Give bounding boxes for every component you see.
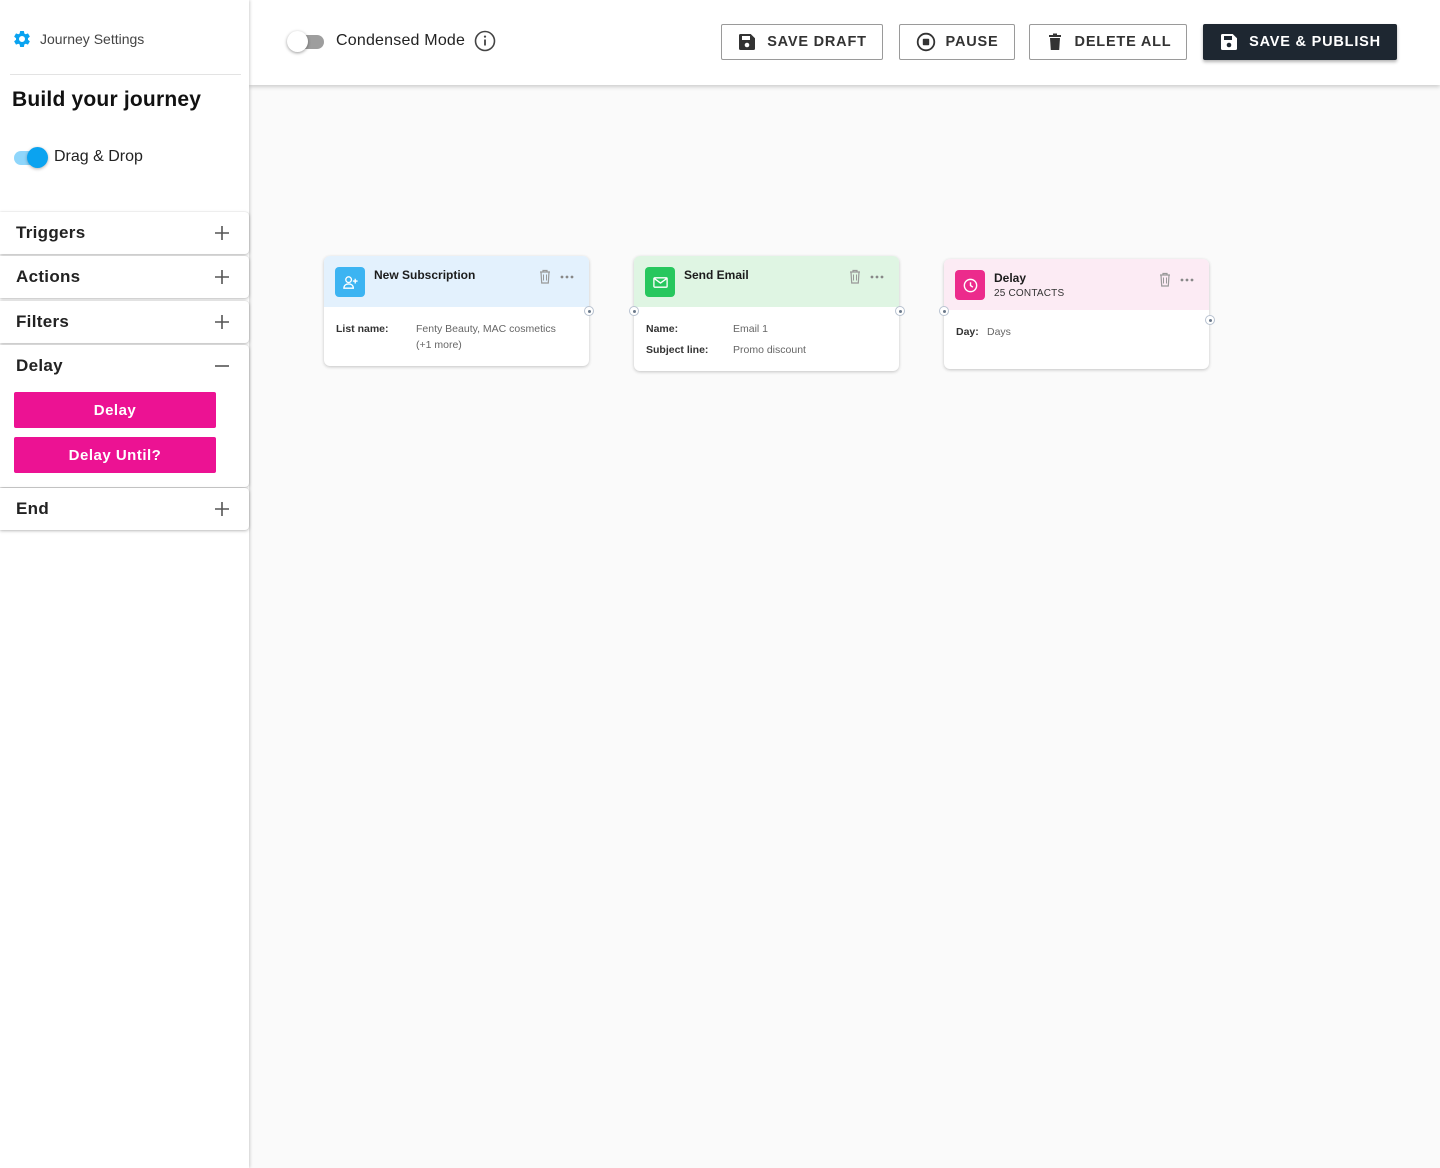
- journey-settings-label: Journey Settings: [40, 31, 145, 47]
- node-icon-box: [645, 267, 675, 297]
- node-title: Delay: [994, 271, 1027, 285]
- accordion-label: End: [16, 499, 50, 518]
- save-draft-label: SAVE DRAFT: [767, 34, 867, 50]
- trash-icon[interactable]: [538, 269, 552, 285]
- stop-circle-icon: [916, 32, 935, 52]
- output-port[interactable]: [1205, 315, 1215, 325]
- accordion-triggers: Triggers: [0, 212, 249, 254]
- field-value: Promo discount: [733, 344, 806, 356]
- node-new-subscription[interactable]: New Subscription List name: Fenty Beauty…: [324, 256, 594, 366]
- node-field-row: Subject line: Promo discount: [646, 342, 887, 358]
- output-port[interactable]: [895, 306, 905, 316]
- floppy-disk-icon: [739, 34, 756, 50]
- field-label: Name:: [646, 323, 679, 335]
- input-port[interactable]: [629, 306, 639, 316]
- plus-icon: [215, 226, 229, 240]
- plus-icon: [215, 270, 229, 284]
- trash-icon: [1048, 33, 1061, 50]
- node-header: Delay 25 CONTACTS: [944, 259, 1209, 310]
- more-icon[interactable]: [869, 269, 885, 285]
- node-header: Send Email: [634, 256, 899, 307]
- node-title: Send Email: [684, 268, 749, 282]
- info-icon[interactable]: [474, 30, 496, 52]
- save-publish-label: SAVE & PUBLISH: [1249, 34, 1381, 50]
- node-body: List name: Fenty Beauty, MAC cosmetics (…: [324, 307, 589, 353]
- plus-icon: [215, 315, 229, 329]
- clock-icon: [963, 278, 977, 292]
- floppy-disk-icon: [1221, 34, 1238, 50]
- contacts-count: 25 CONTACTS: [994, 288, 1065, 299]
- pause-label: PAUSE: [945, 34, 999, 50]
- condensed-mode-toggle[interactable]: [287, 30, 324, 52]
- save-publish-button[interactable]: SAVE & PUBLISH: [1203, 24, 1397, 60]
- sidebar-divider: [10, 74, 241, 75]
- accordion-filters: Filters: [0, 301, 249, 343]
- accordion-delay: Delay Delay Delay Until?: [0, 345, 249, 487]
- node-body: Name: Email 1 Subject line: Promo discou…: [634, 307, 899, 358]
- add-user-icon: [342, 275, 358, 289]
- trash-icon[interactable]: [848, 269, 862, 285]
- node-field-row: List name: Fenty Beauty, MAC cosmetics (…: [336, 321, 577, 353]
- accordion-header-delay[interactable]: Delay: [0, 345, 249, 387]
- drag-drop-toggle-row: Drag & Drop: [12, 146, 143, 168]
- node-send-email[interactable]: Send Email Name: Email 1 Subject line: P…: [629, 256, 905, 371]
- accordion-header-filters[interactable]: Filters: [0, 301, 249, 343]
- sidebar-title: Build your journey: [12, 88, 202, 111]
- delete-all-label: DELETE ALL: [1074, 34, 1172, 50]
- condensed-mode-row: Condensed Mode: [287, 30, 496, 52]
- delay-until-button[interactable]: Delay Until?: [14, 437, 216, 473]
- field-label: Subject line:: [646, 344, 709, 356]
- list-name-more: (+1 more): [416, 339, 462, 351]
- accordion-actions: Actions: [0, 256, 249, 298]
- accordion-label: Triggers: [16, 223, 86, 242]
- node-body: Day: Days: [944, 310, 1209, 340]
- input-port[interactable]: [939, 306, 949, 316]
- field-label: Day:: [956, 326, 979, 338]
- accordion-label: Actions: [16, 267, 81, 286]
- delete-all-button[interactable]: DELETE ALL: [1029, 24, 1187, 60]
- more-icon[interactable]: [1179, 272, 1195, 288]
- accordion-header-end[interactable]: End: [0, 488, 249, 530]
- accordion-end: End: [0, 488, 249, 530]
- drag-drop-label: Drag & Drop: [54, 148, 143, 165]
- envelope-icon: [652, 276, 668, 288]
- trash-icon[interactable]: [1158, 272, 1172, 288]
- delay-button[interactable]: Delay: [14, 392, 216, 428]
- field-value: Days: [987, 326, 1011, 338]
- toolbar: Condensed Mode SAVE DRAFT PAUSE DELETE A…: [249, 0, 1440, 85]
- accordion-header-actions[interactable]: Actions: [0, 256, 249, 298]
- field-value: Fenty Beauty, MAC cosmetics (+1 more): [416, 321, 556, 353]
- node-title: New Subscription: [374, 268, 476, 282]
- pause-button[interactable]: PAUSE: [899, 24, 1015, 60]
- node-field-row: Day: Days: [956, 324, 1197, 340]
- node-field-row: Name: Email 1: [646, 321, 887, 337]
- field-label: List name:: [336, 323, 389, 335]
- sidebar: Journey Settings Build your journey Drag…: [0, 0, 249, 1168]
- field-value: Email 1: [733, 323, 769, 335]
- more-icon[interactable]: [559, 269, 575, 285]
- accordion-label: Delay: [16, 356, 63, 375]
- node-icon-box: [335, 267, 365, 297]
- accordion-label: Filters: [16, 312, 70, 331]
- node-icon-box: [955, 270, 985, 300]
- accordion-header-triggers[interactable]: Triggers: [0, 212, 249, 254]
- node-header: New Subscription: [324, 256, 589, 307]
- save-draft-button[interactable]: SAVE DRAFT: [721, 24, 883, 60]
- minus-icon: [215, 365, 229, 367]
- node-delay[interactable]: Delay 25 CONTACTS Day: Days: [939, 259, 1215, 369]
- list-name-value: Fenty Beauty, MAC cosmetics: [416, 323, 556, 335]
- drag-drop-toggle[interactable]: [12, 146, 48, 168]
- gear-icon: [14, 30, 30, 47]
- output-port[interactable]: [584, 306, 594, 316]
- journey-settings-link[interactable]: Journey Settings: [12, 29, 144, 49]
- condensed-mode-label: Condensed Mode: [336, 32, 466, 49]
- plus-icon: [215, 502, 229, 516]
